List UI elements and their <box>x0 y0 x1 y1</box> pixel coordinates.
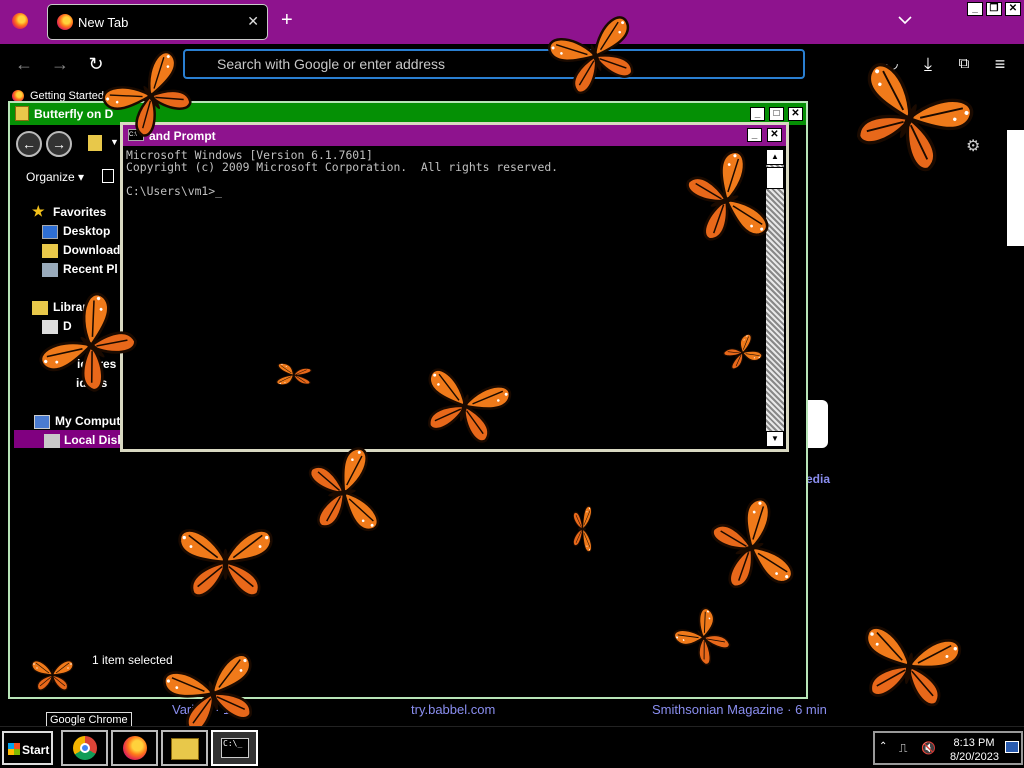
chrome-icon <box>73 736 97 760</box>
volume-muted-icon[interactable]: 🔇 <box>921 741 936 755</box>
libraries-icon <box>32 301 48 315</box>
hamburger-menu-icon[interactable]: ≡ <box>990 54 1010 74</box>
folder-icon <box>171 738 199 760</box>
start-label: Start <box>22 743 50 757</box>
close-tab-icon[interactable]: ✕ <box>247 13 259 30</box>
reload-icon[interactable]: ↻ <box>86 54 106 74</box>
clock[interactable]: 8:13 PM 8/20/2023 <box>950 736 999 764</box>
new-tab-button[interactable]: + <box>281 9 293 32</box>
chevron-down-icon[interactable] <box>897 12 913 28</box>
star-icon: ★ <box>32 203 45 219</box>
organize-menu[interactable]: Organize ▾ <box>26 170 84 184</box>
computer-icon <box>34 415 50 429</box>
explorer-title: Butterfly on D <box>34 107 114 121</box>
taskbar-command-prompt[interactable]: C:\_ <box>211 730 258 766</box>
extensions-icon[interactable]: ⧉ <box>954 54 974 74</box>
view-icon[interactable] <box>102 169 114 183</box>
recent-places-icon <box>42 263 58 277</box>
tab-label: New Tab <box>78 15 129 30</box>
desktop-icon <box>42 225 58 239</box>
show-desktop-icon[interactable] <box>1005 741 1019 753</box>
butterfly-decoration <box>562 504 605 554</box>
butterfly-decoration <box>285 439 404 546</box>
tree-label: Local Disk <box>64 433 125 447</box>
butterfly-thumbnail-icon <box>30 657 75 692</box>
tree-label: Favorites <box>53 205 107 219</box>
status-bar-text: 1 item selected <box>92 653 173 667</box>
gear-icon[interactable]: ⚙ <box>966 136 980 156</box>
forward-arrow-icon[interactable]: → <box>46 131 72 157</box>
firefox-tab-bar: New Tab ✕ + _ ❐ ✕ <box>0 0 1024 44</box>
minimize-button[interactable]: _ <box>967 2 983 16</box>
taskbar-chrome[interactable] <box>61 730 108 766</box>
restore-button[interactable]: ❐ <box>986 2 1002 16</box>
firefox-icon <box>123 736 147 760</box>
shortcut-tile[interactable] <box>806 400 828 448</box>
cmd-title-bar[interactable]: C:\ and Prompt _ ✕ <box>123 125 786 146</box>
butterfly-decoration <box>168 522 283 600</box>
windows-logo-icon <box>8 743 20 755</box>
page-scrollbar-thumb[interactable] <box>1007 130 1024 246</box>
system-tray: ⌃ ⎍ 🔇 8:13 PM 8/20/2023 <box>873 731 1023 765</box>
show-hidden-icons-icon[interactable]: ⌃ <box>879 741 887 752</box>
close-window-button[interactable]: ✕ <box>1005 2 1021 16</box>
network-icon[interactable]: ⎍ <box>899 741 907 756</box>
story-link-smithsonian[interactable]: Smithsonian Magazine · 6 min <box>652 702 827 717</box>
tree-label: My Compute <box>55 414 127 428</box>
start-button[interactable]: Start <box>2 731 53 765</box>
back-arrow-icon[interactable]: ← <box>14 54 34 74</box>
firefox-favicon-icon <box>57 14 73 30</box>
tree-label: Recent Pl <box>63 262 118 276</box>
close-button[interactable]: ✕ <box>767 128 782 142</box>
scroll-down-button[interactable]: ▼ <box>766 431 784 447</box>
tree-label: Download <box>63 243 121 257</box>
cmd-icon: C:\_ <box>221 738 249 758</box>
butterfly-decoration <box>272 358 315 393</box>
tree-label: Desktop <box>63 224 111 238</box>
folder-icon <box>15 106 29 121</box>
clock-date: 8/20/2023 <box>950 751 999 763</box>
firefox-menu-icon[interactable] <box>12 13 28 29</box>
close-button[interactable]: ✕ <box>788 107 803 121</box>
shortcut-label[interactable]: edia <box>806 472 830 486</box>
taskbar-firefox[interactable] <box>111 730 158 766</box>
organize-label: Organize <box>26 170 75 184</box>
folder-icon <box>88 135 102 151</box>
maximize-button[interactable]: □ <box>769 107 784 121</box>
tab-new-tab[interactable]: New Tab ✕ <box>47 4 268 40</box>
taskbar-explorer[interactable] <box>161 730 208 766</box>
taskbar: Start C:\_ ⌃ ⎍ 🔇 8:13 PM 8/20/2023 <box>0 726 1024 768</box>
clock-time: 8:13 PM <box>953 737 995 749</box>
downloads-folder-icon <box>42 244 58 258</box>
chevron-down-icon[interactable]: ▼ <box>110 137 119 147</box>
url-bar[interactable] <box>183 49 805 79</box>
drive-icon <box>44 434 60 448</box>
back-arrow-icon[interactable]: ← <box>16 131 42 157</box>
explorer-nav-buttons: ← → ▼ <box>14 129 124 159</box>
url-input[interactable] <box>217 55 777 73</box>
story-link-babbel[interactable]: try.babbel.com <box>411 702 495 717</box>
minimize-button[interactable]: _ <box>750 107 765 121</box>
forward-arrow-icon[interactable]: → <box>50 54 70 74</box>
